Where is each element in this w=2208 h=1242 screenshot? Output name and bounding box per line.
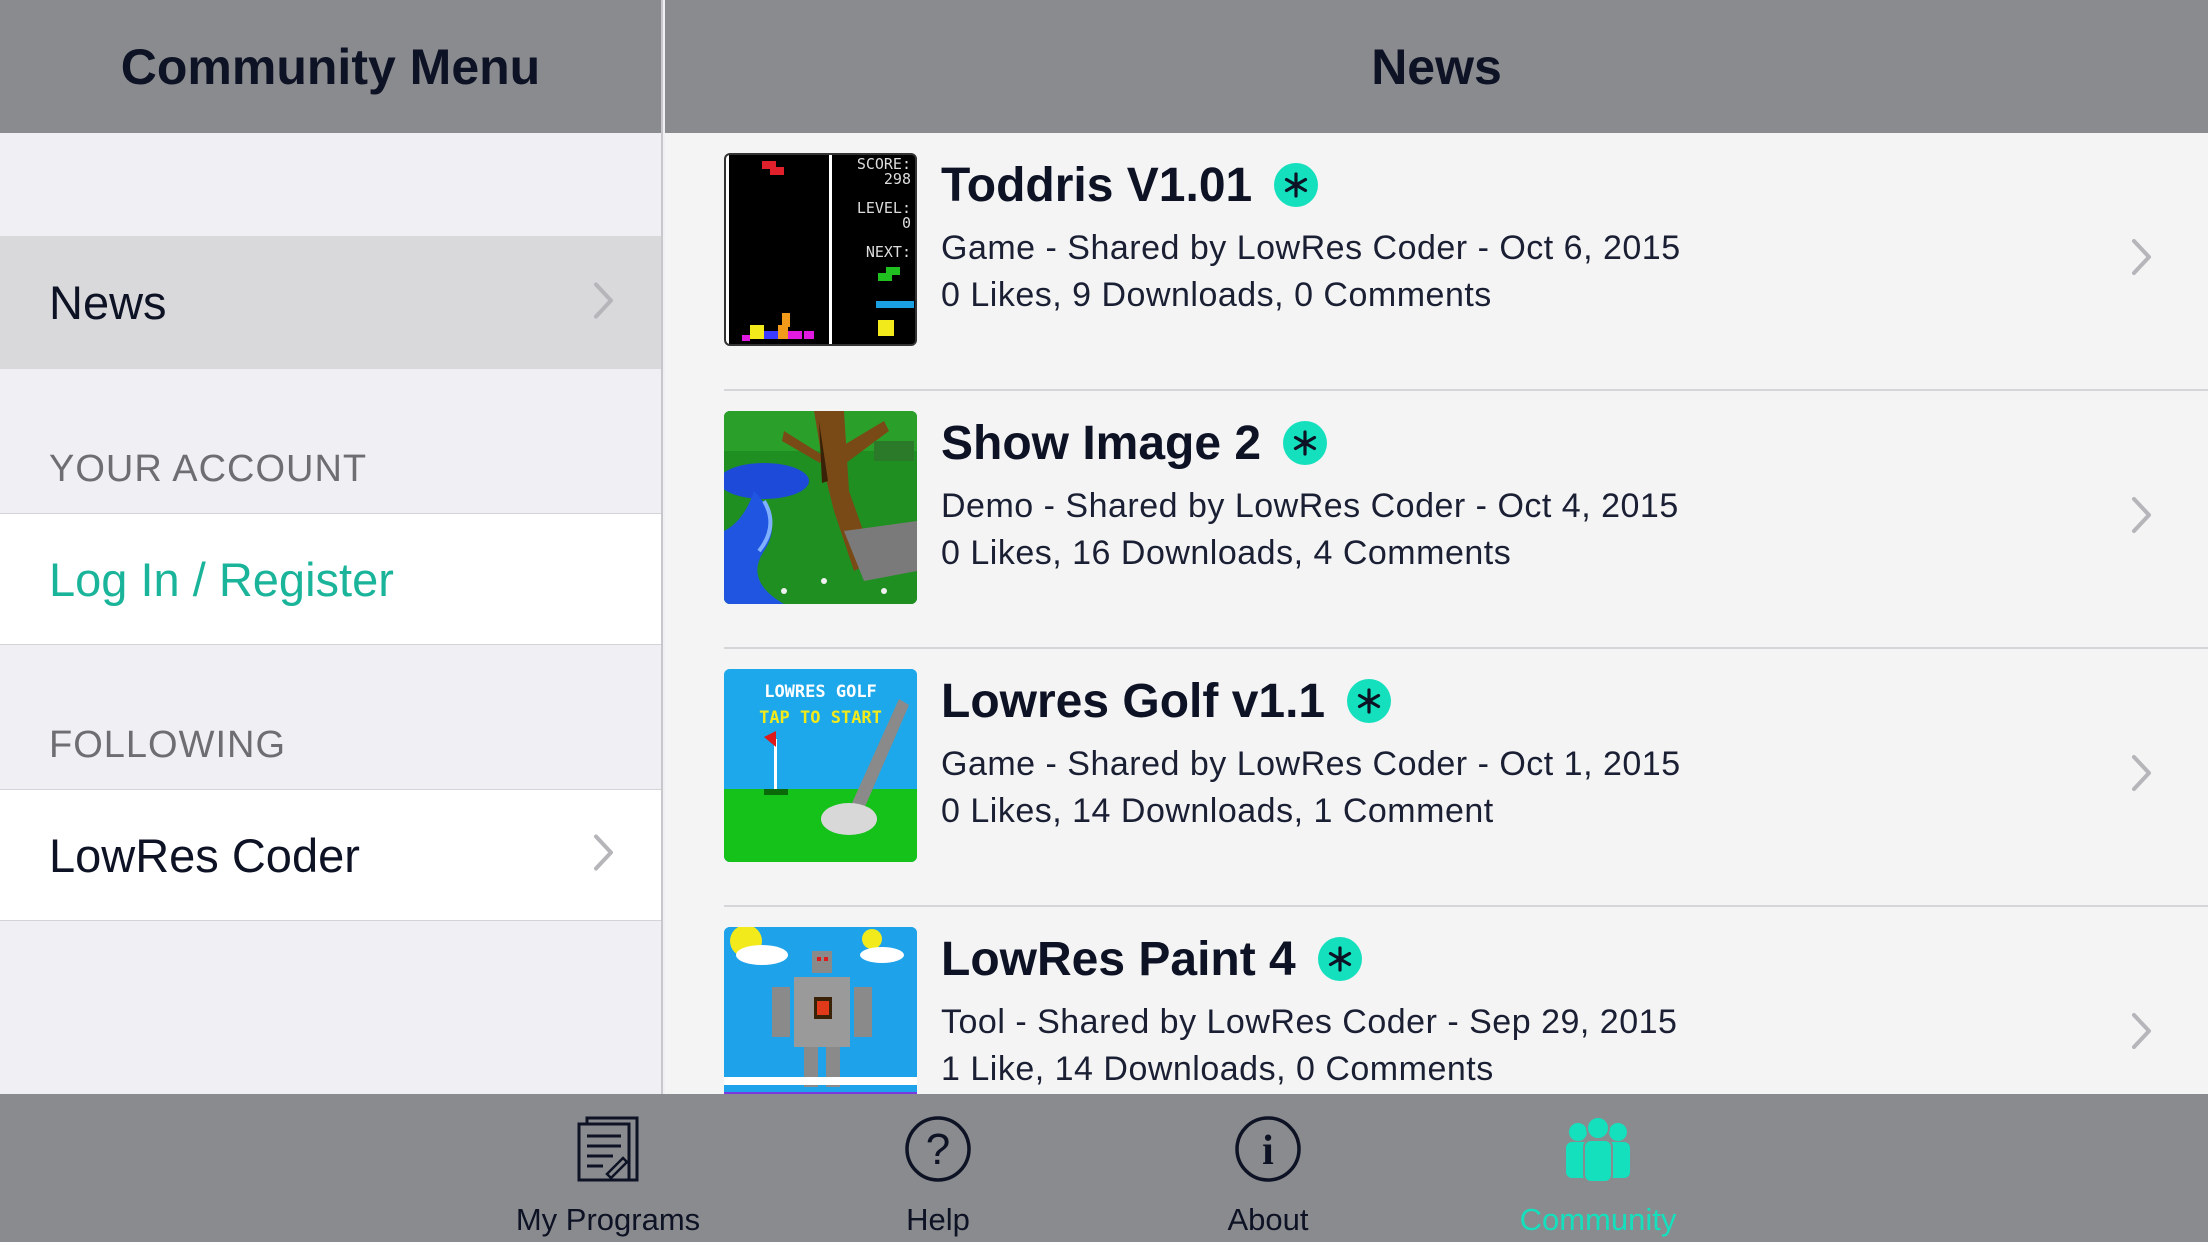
document-icon: [573, 1114, 643, 1189]
thumbnail-lowres-golf: LOWRES GOLF TAP TO START: [724, 669, 917, 862]
post-meta: Tool - Shared by LowRes Coder - Sep 29, …: [941, 1003, 1678, 1041]
people-icon: [1562, 1114, 1634, 1189]
login-register-link[interactable]: Log In / Register: [0, 513, 661, 645]
post-title: Toddris V1.01: [941, 158, 1253, 212]
post-meta: Game - Shared by LowRes Coder - Oct 6, 2…: [941, 229, 1681, 267]
post-title: Lowres Golf v1.1: [941, 674, 1326, 728]
post-stats: 0 Likes, 16 Downloads, 4 Comments: [941, 534, 1512, 572]
tab-label: Help: [906, 1202, 970, 1237]
svg-text:?: ?: [926, 1125, 950, 1174]
section-header-account: YOUR ACCOUNT: [49, 448, 368, 490]
tab-label: Community: [1519, 1202, 1677, 1237]
post-info: Show Image 2 Demo - Shared by LowRes Cod…: [941, 411, 1679, 573]
svg-text:i: i: [1262, 1128, 1274, 1174]
post-stats: 1 Like, 14 Downloads, 0 Comments: [941, 1050, 1494, 1088]
chevron-right-icon: [2131, 238, 2153, 281]
news-title: News: [1371, 38, 1502, 95]
tab-help[interactable]: ? Help: [828, 1094, 1048, 1242]
thumbnail-lowres-paint: [724, 927, 917, 1094]
login-register-label: Log In / Register: [49, 552, 394, 606]
sidebar-item-news[interactable]: News: [0, 236, 661, 369]
post-info: Lowres Golf v1.1 Game - Shared by LowRes…: [941, 669, 1681, 831]
thumb-score-value: 298: [883, 170, 911, 188]
question-icon: ?: [903, 1114, 973, 1189]
thumb-next-label: NEXT:: [865, 243, 911, 261]
post-info: Toddris V1.01 Game - Shared by LowRes Co…: [941, 153, 1681, 315]
sidebar-navbar: Community Menu: [0, 0, 661, 133]
post-meta: Demo - Shared by LowRes Coder - Oct 4, 2…: [941, 487, 1679, 525]
sidebar-title: Community Menu: [120, 38, 541, 95]
post-title: LowRes Paint 4: [941, 932, 1296, 986]
following-item-label: LowRes Coder: [49, 828, 360, 882]
post-stats: 0 Likes, 14 Downloads, 1 Comment: [941, 792, 1494, 830]
asterisk-badge-icon: [1317, 937, 1362, 981]
section-header-following: FOLLOWING: [49, 724, 287, 766]
chevron-right-icon: [2131, 1012, 2153, 1055]
asterisk-badge-icon: [1347, 679, 1392, 723]
following-item-lowres-coder[interactable]: LowRes Coder: [0, 789, 661, 921]
chevron-right-icon: [593, 828, 615, 883]
tab-about[interactable]: i About: [1158, 1094, 1378, 1242]
post-info: LowRes Paint 4 Tool - Shared by LowRes C…: [941, 927, 1677, 1089]
info-icon: i: [1233, 1114, 1303, 1189]
news-item-toddris[interactable]: SCORE: 298 LEVEL: 0 NEXT: Toddris V1.01 …: [665, 133, 2208, 391]
chevron-right-icon: [2131, 754, 2153, 797]
chevron-right-icon: [593, 275, 615, 330]
thumb-subtitle-text: TAP TO START: [759, 708, 882, 728]
thumbnail-toddris: SCORE: 298 LEVEL: 0 NEXT:: [724, 153, 917, 346]
tab-bar: My Programs ? Help i About Community: [0, 1094, 2208, 1242]
news-navbar: News: [665, 0, 2208, 133]
tab-my-programs[interactable]: My Programs: [498, 1094, 718, 1242]
tab-label: My Programs: [515, 1202, 701, 1237]
asterisk-badge-icon: [1283, 421, 1328, 465]
post-meta: Game - Shared by LowRes Coder - Oct 1, 2…: [941, 745, 1681, 783]
tab-label: About: [1227, 1202, 1309, 1237]
thumb-title-text: LOWRES GOLF: [764, 682, 877, 702]
news-panel: News SCORE: 298 LEVEL: 0 NEXT: Toddris V…: [665, 0, 2208, 1094]
thumb-level-value: 0: [901, 214, 911, 232]
news-item-show-image[interactable]: Show Image 2 Demo - Shared by LowRes Cod…: [665, 391, 2208, 649]
news-item-lowres-paint[interactable]: LowRes Paint 4 Tool - Shared by LowRes C…: [665, 907, 2208, 1094]
post-stats: 0 Likes, 9 Downloads, 0 Comments: [941, 276, 1492, 314]
community-menu-panel: Community Menu News YOUR ACCOUNT Log In …: [0, 0, 663, 1094]
asterisk-badge-icon: [1274, 163, 1319, 207]
sidebar-item-label: News: [49, 276, 167, 329]
chevron-right-icon: [2131, 496, 2153, 539]
news-item-lowres-golf[interactable]: LOWRES GOLF TAP TO START Lowres Golf v1.…: [665, 649, 2208, 907]
thumbnail-show-image: [724, 411, 917, 604]
post-title: Show Image 2: [941, 416, 1262, 470]
tab-community[interactable]: Community: [1488, 1094, 1708, 1242]
